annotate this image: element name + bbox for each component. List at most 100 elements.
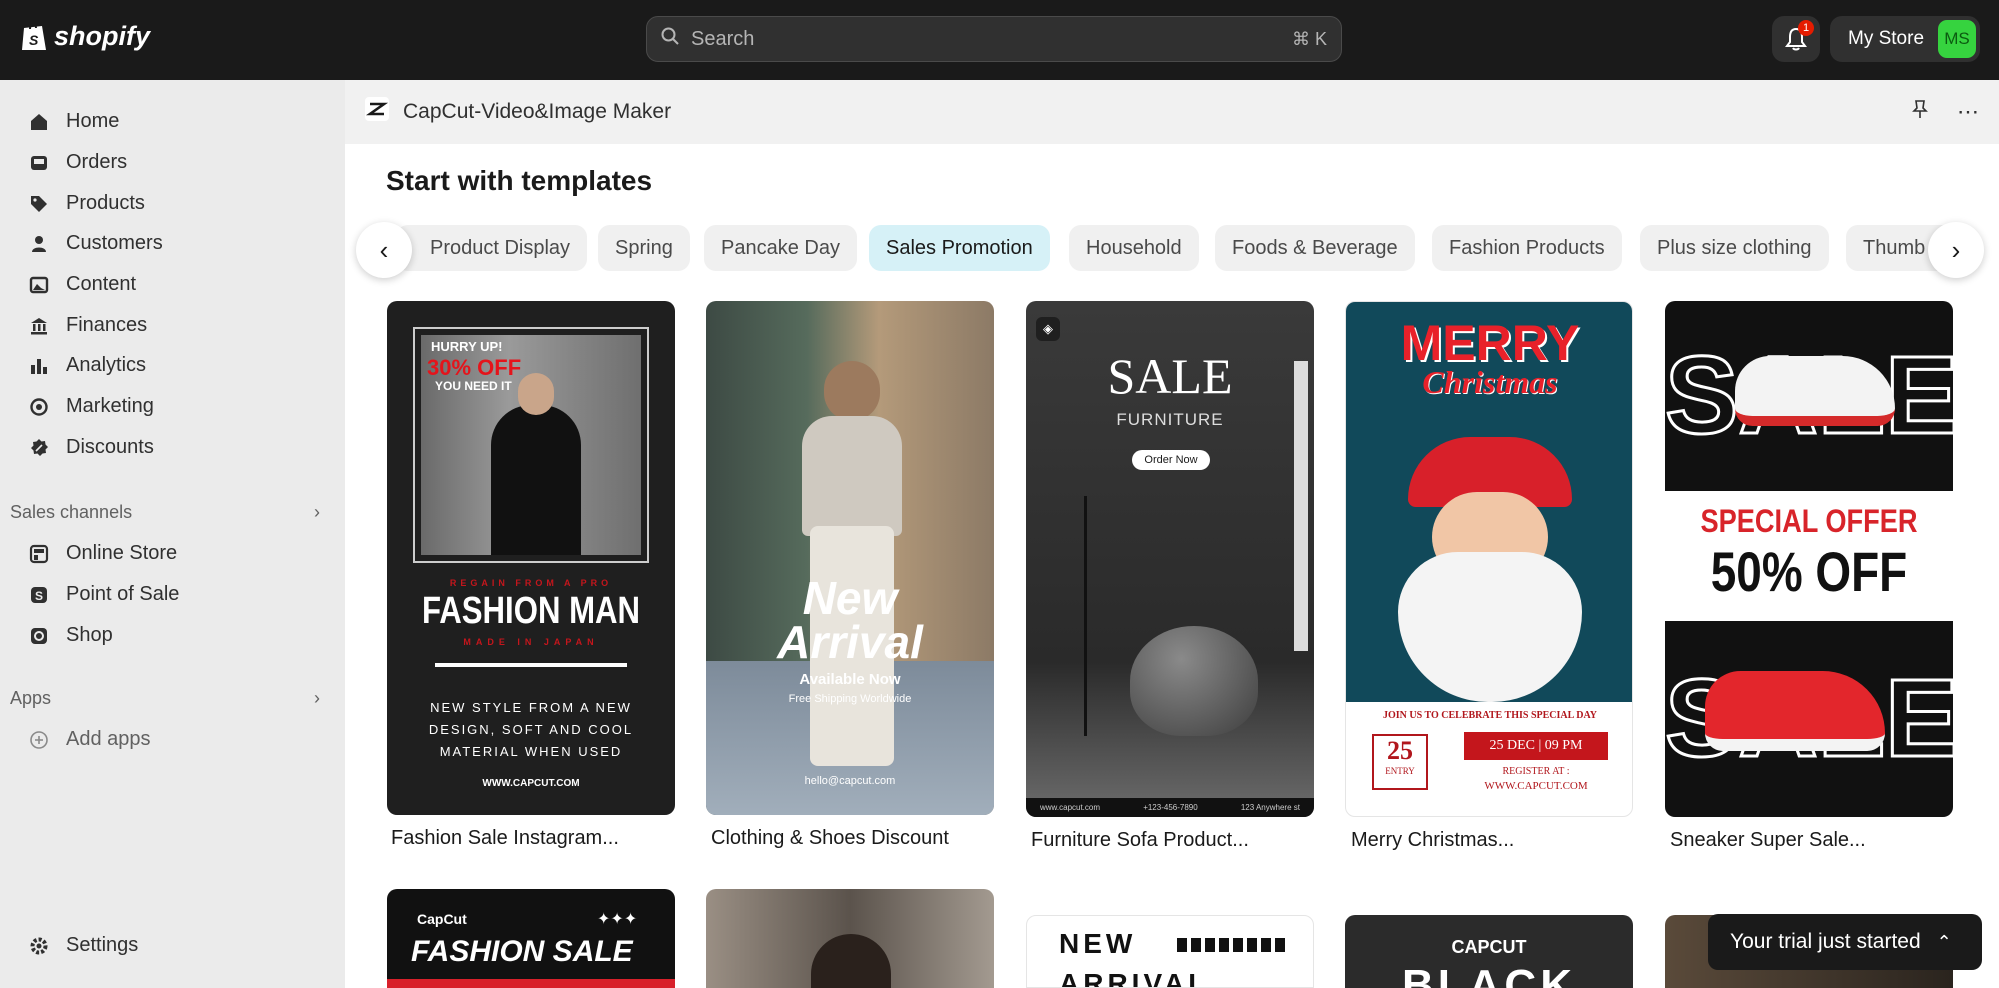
sidebar-item-finances[interactable]: Finances: [28, 314, 147, 337]
sidebar-item-online-store[interactable]: Online Store: [28, 542, 177, 565]
chip-label: Product Display: [430, 236, 571, 259]
sidebar-item-content[interactable]: Content: [28, 273, 136, 296]
template-card-merry-christmas[interactable]: MERRY Christmas JOIN US TO CELEBRATE THI…: [1345, 301, 1633, 817]
pin-icon[interactable]: [1911, 99, 1929, 125]
search-placeholder: Search: [691, 27, 755, 50]
template-name[interactable]: Furniture Sofa Product...: [1031, 829, 1249, 852]
chips-prev-button[interactable]: ‹: [356, 222, 412, 278]
template-card-capcut-black[interactable]: CAPCUT BLACK: [1345, 915, 1633, 988]
template-card-new-arrival[interactable]: NEW ARRIVAL: [1026, 915, 1314, 988]
sidebar-item-point-of-sale[interactable]: S Point of Sale: [28, 583, 179, 606]
template-text: WWW.CAPCUT.COM: [1484, 780, 1588, 792]
trial-toast[interactable]: Your trial just started ⌃: [1708, 914, 1982, 970]
sidebar-item-marketing[interactable]: Marketing: [28, 395, 154, 418]
notifications-button[interactable]: 1: [1772, 16, 1820, 62]
apps-header[interactable]: Apps ›: [10, 688, 320, 709]
avatar: MS: [1938, 20, 1976, 58]
notification-badge: 1: [1798, 20, 1814, 36]
template-card-clothing-shoes[interactable]: New Arrival Available Now Free Shipping …: [706, 301, 994, 815]
template-text: New: [802, 572, 898, 624]
shopify-logo[interactable]: S shopify: [20, 20, 150, 52]
chip-product-display[interactable]: Product Display: [396, 225, 588, 271]
template-text: 30% OFF: [427, 355, 522, 380]
sidebar-item-settings[interactable]: Settings: [28, 934, 138, 957]
sidebar-item-discounts[interactable]: Discounts: [28, 436, 154, 459]
template-name[interactable]: Sneaker Super Sale...: [1670, 829, 1866, 852]
sidebar-item-shop[interactable]: Shop: [28, 624, 113, 647]
sidebar-item-products[interactable]: Products: [28, 192, 145, 215]
more-actions-icon[interactable]: ⋯: [1957, 99, 1979, 125]
app-title: CapCut-Video&Image Maker: [403, 100, 672, 123]
template-text: MATERIAL WHEN USED: [439, 744, 623, 759]
chevron-up-icon: ⌃: [1936, 931, 1952, 952]
person-icon: [28, 233, 50, 255]
page-title: Start with templates: [386, 165, 653, 196]
template-card-fashion-sale[interactable]: HURRY UP! 30% OFF YOU NEED IT REGAIN FRO…: [387, 301, 675, 815]
template-name[interactable]: Fashion Sale Instagram...: [391, 827, 619, 850]
sales-channels-header[interactable]: Sales channels ›: [10, 502, 320, 523]
template-footer: www.capcut.com +123-456-7890 123 Anywher…: [1026, 798, 1314, 817]
chip-label: Plus size clothing: [1657, 236, 1812, 259]
chip-spring[interactable]: Spring: [598, 225, 690, 271]
store-menu-button[interactable]: My Store MS: [1830, 16, 1980, 62]
chip-plus-size-clothing[interactable]: Plus size clothing: [1640, 225, 1829, 271]
bar-chart-icon: [28, 355, 50, 377]
shopify-bag-icon: S: [22, 23, 46, 50]
sidebar-item-label: Point of Sale: [66, 583, 180, 605]
template-text: DESIGN, SOFT AND COOL: [428, 722, 634, 737]
app-frame: CapCut-Video&Image Maker ⋯ Start with te…: [345, 80, 1999, 988]
store-icon: [28, 543, 50, 565]
shopify-pos-icon: S: [28, 584, 50, 606]
template-text: SPECIAL OFFER: [1700, 503, 1918, 539]
sidebar-item-customers[interactable]: Customers: [28, 232, 163, 255]
sidebar-item-label: Marketing: [66, 395, 154, 417]
sidebar-item-label: Orders: [66, 151, 128, 173]
template-text: +123-456-7890: [1143, 803, 1198, 812]
chip-fashion-products[interactable]: Fashion Products: [1432, 225, 1622, 271]
chip-household[interactable]: Household: [1069, 225, 1199, 271]
template-text: 25: [1387, 736, 1413, 765]
discount-icon: [28, 437, 50, 459]
template-text: FURNITURE: [1116, 410, 1224, 429]
template-text: 123 Anywhere st: [1240, 803, 1300, 812]
template-name[interactable]: Clothing & Shoes Discount: [711, 827, 949, 850]
template-card-furniture[interactable]: ◈ SALE FURNITURE Order Now www.capcut.co…: [1026, 301, 1314, 817]
template-text: WWW.CAPCUT.COM: [482, 778, 580, 789]
template-text: SALE: [1107, 348, 1233, 404]
template-name[interactable]: Merry Christmas...: [1351, 829, 1514, 852]
template-card-fashion-sale-2[interactable]: CapCut ✦✦✦ FASHION SALE: [387, 889, 675, 988]
barcode-decoration: [1177, 938, 1287, 952]
sidebar-item-label: Customers: [66, 232, 163, 254]
red-band: [387, 979, 675, 988]
sidebar-item-label: Online Store: [66, 542, 178, 564]
template-text: Free Shipping Worldwide: [788, 693, 912, 705]
sidebar-item-label: Home: [66, 110, 120, 132]
template-text: ENTRY: [1385, 766, 1415, 776]
template-text: REGAIN FROM A PRO: [449, 578, 613, 588]
search-shortcut: ⌘ K: [1291, 28, 1327, 49]
chips-next-button[interactable]: ›: [1928, 222, 1984, 278]
template-card-2[interactable]: [706, 889, 994, 988]
sidebar-item-home[interactable]: Home: [28, 110, 119, 133]
add-apps-button[interactable]: Add apps: [28, 728, 151, 751]
template-text: NEW STYLE FROM A NEW: [430, 700, 632, 715]
chip-foods-beverage[interactable]: Foods & Beverage: [1215, 225, 1415, 271]
template-card-sneaker-sale[interactable]: SALE SPECIAL OFFER 50% OFF SALE: [1665, 301, 1953, 817]
template-text: HURRY UP!: [431, 339, 503, 354]
sidebar-item-label: Add apps: [66, 728, 151, 750]
chip-pancake-day[interactable]: Pancake Day: [704, 225, 857, 271]
template-text: 50% OFF: [1710, 540, 1908, 603]
chip-label: Spring: [615, 236, 673, 259]
chip-label: Pancake Day: [721, 236, 840, 259]
shop-icon: [28, 625, 50, 647]
template-text: NEW: [1059, 928, 1137, 959]
chip-sales-promotion[interactable]: Sales Promotion: [869, 225, 1050, 271]
sidebar-item-orders[interactable]: Orders: [28, 151, 127, 174]
search-input[interactable]: Search ⌘ K: [646, 16, 1342, 62]
order-now-button: Order Now: [1132, 450, 1210, 470]
sidebar-item-analytics[interactable]: Analytics: [28, 354, 146, 377]
template-text: CapCut: [417, 911, 467, 927]
divider: [435, 663, 627, 667]
toast-label: Your trial just started: [1730, 930, 1921, 953]
section-label: Apps: [10, 688, 52, 708]
